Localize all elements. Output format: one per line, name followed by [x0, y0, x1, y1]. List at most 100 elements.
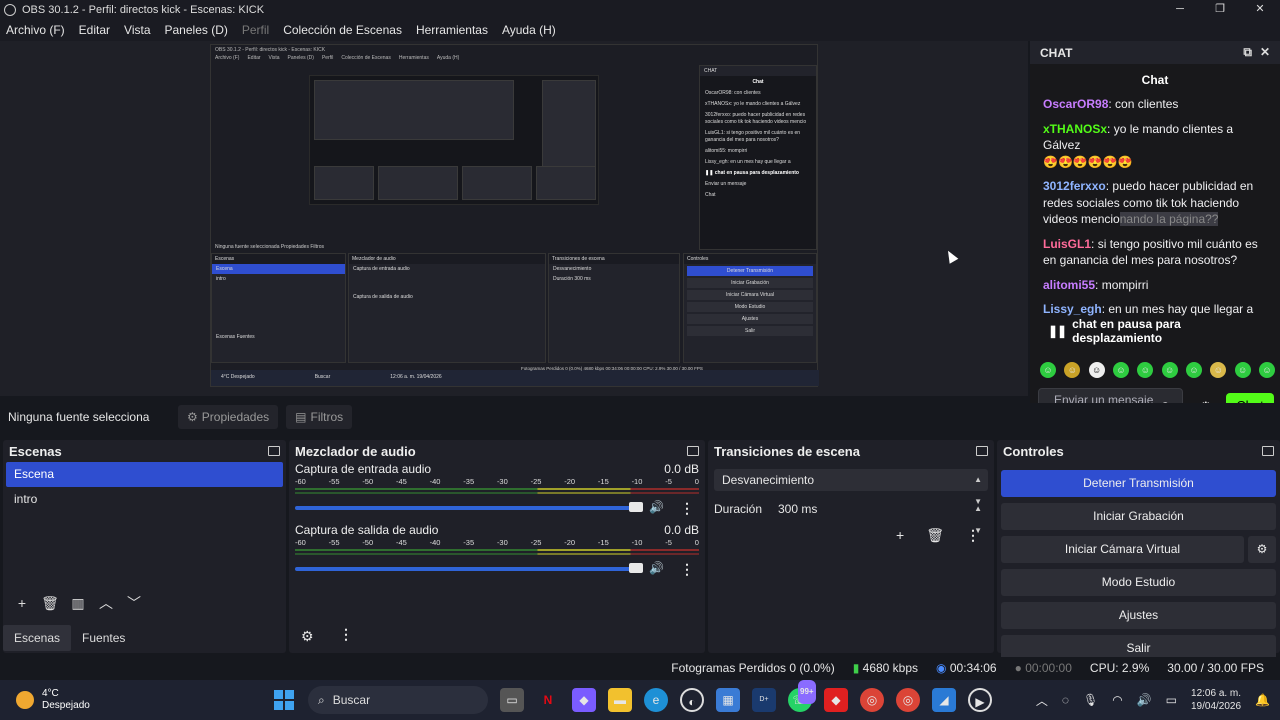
source-toolbar: Ninguna fuente selecciona ⚙ Propiedades ▤… — [0, 403, 1280, 430]
move-up-icon[interactable]: ︿ — [95, 592, 117, 614]
scale-tick: -55 — [328, 477, 340, 486]
emote-icon[interactable]: ☺ — [1185, 362, 1202, 378]
volume-slider[interactable] — [295, 506, 637, 510]
tray-chevron-icon[interactable]: ︿ — [1036, 692, 1048, 709]
float-dock-icon[interactable] — [1262, 446, 1274, 456]
remove-transition-icon[interactable]: 🗑 — [926, 527, 944, 544]
taskbar-search[interactable]: ⌕ Buscar — [308, 686, 488, 714]
virtual-camera-gear-icon[interactable]: ⚙ — [1248, 536, 1276, 563]
tab-fuentes[interactable]: Fuentes — [71, 625, 136, 651]
emote-icon[interactable]: ☺ — [1112, 362, 1129, 378]
add-scene-icon[interactable]: + — [11, 592, 33, 614]
task-view-icon[interactable]: ▭ — [500, 688, 524, 712]
clock-time[interactable]: 12:06 a. m. — [1191, 687, 1241, 700]
transition-select[interactable]: Desvanecimiento ▲ ▼ — [714, 469, 988, 506]
menu-paneles[interactable]: Paneles (D) — [165, 23, 228, 37]
start-recording-button[interactable]: Iniciar Grabación — [1001, 503, 1276, 530]
close-dock-icon[interactable]: ✕ — [1260, 45, 1270, 60]
nested-recursive-preview — [309, 75, 599, 205]
app-blue-icon[interactable]: ◢ — [932, 688, 956, 712]
more-options-icon[interactable]: ⋮ — [680, 561, 694, 578]
emote-icon[interactable]: ☺ — [1088, 362, 1105, 378]
maximize-button[interactable]: ❐ — [1200, 0, 1240, 19]
chat-username[interactable]: xTHANOSx — [1043, 122, 1107, 136]
undock-icon[interactable]: ⧉ — [1243, 45, 1252, 60]
emote-icon[interactable]: ☺ — [1161, 362, 1178, 378]
app-tray-icon[interactable]: ◌ — [1062, 693, 1069, 707]
add-transition-icon[interactable]: + — [896, 527, 904, 544]
app-red-icon[interactable]: ◆ — [824, 688, 848, 712]
chrome-icon[interactable]: ◎ — [860, 688, 884, 712]
scene-item-escena[interactable]: Escena — [6, 462, 283, 487]
notifications-icon[interactable]: 🔔 — [1255, 693, 1270, 707]
nested-fade: Desvanecimiento — [553, 266, 592, 272]
volume-slider[interactable] — [295, 567, 637, 571]
nested-ctrl: Detener Transmisión — [687, 266, 813, 276]
store-icon[interactable]: ▦ — [716, 688, 740, 712]
chat-username[interactable]: LuisGL1 — [1043, 237, 1091, 251]
mixer-menu-icon[interactable]: ⋮ — [339, 626, 353, 643]
clock-date[interactable]: 19/04/2026 — [1191, 700, 1241, 713]
close-button[interactable]: ✕ — [1240, 0, 1280, 19]
menu-editar[interactable]: Editar — [79, 23, 110, 37]
copilot-icon[interactable]: ◆ — [572, 688, 596, 712]
move-down-icon[interactable]: ﹀ — [123, 592, 145, 614]
tab-escenas[interactable]: Escenas — [3, 625, 72, 651]
speaker-icon[interactable]: 🔊 — [649, 500, 664, 514]
minimize-button[interactable]: ─ — [1160, 0, 1200, 19]
stop-streaming-button[interactable]: Detener Transmisión — [1001, 470, 1276, 497]
chat-username[interactable]: alitomi55 — [1043, 278, 1095, 292]
properties-button[interactable]: ⚙ Propiedades — [178, 404, 279, 429]
obs-icon[interactable]: ◐ — [680, 688, 704, 712]
menu-herramientas[interactable]: Herramientas — [416, 23, 488, 37]
chat-username[interactable]: 3012ferxxo — [1043, 179, 1106, 193]
weather-widget[interactable]: 4°C Despejado — [16, 688, 246, 712]
updown-icon[interactable]: ▲ ▼ — [974, 498, 982, 542]
start-virtual-camera-button[interactable]: Iniciar Cámara Virtual — [1001, 536, 1244, 563]
netflix-icon[interactable]: N — [536, 688, 560, 712]
menu-archivo[interactable]: Archivo (F) — [6, 23, 65, 37]
emote-icon[interactable]: ☺ — [1210, 362, 1227, 378]
studio-mode-button[interactable]: Modo Estudio — [1001, 569, 1276, 596]
scene-item-intro[interactable]: intro — [6, 487, 283, 512]
volume-slider-handle[interactable] — [629, 563, 643, 573]
edge-icon[interactable]: e — [644, 688, 668, 712]
menu-ayuda[interactable]: Ayuda (H) — [502, 23, 556, 37]
scale-tick: 0 — [694, 538, 699, 547]
chat-message: xTHANOSx: yo le mando clientes a Gálvez 😍… — [1043, 121, 1234, 169]
chrome-profile-icon[interactable]: ◎ — [896, 688, 920, 712]
menu-vista[interactable]: Vista — [124, 23, 150, 37]
emote-icon[interactable]: ☺ — [1258, 362, 1275, 378]
battery-icon[interactable]: ▭ — [1166, 693, 1177, 707]
advanced-audio-gear-icon[interactable]: ⚙ — [301, 628, 314, 645]
media-player-icon[interactable]: ▶ — [968, 688, 992, 712]
emote-icon[interactable]: ☺ — [1234, 362, 1251, 378]
float-dock-icon[interactable] — [976, 446, 988, 456]
scale-tick: -10 — [631, 477, 643, 486]
windows-start-icon[interactable] — [274, 690, 294, 710]
disney-icon[interactable]: D+ — [752, 688, 776, 712]
emote-icon[interactable]: ☺ — [1040, 362, 1056, 378]
volume-icon[interactable]: 🔊 — [1137, 693, 1152, 707]
speaker-icon[interactable]: 🔊 — [649, 561, 664, 575]
whatsapp-icon[interactable]: ☏99+ — [788, 680, 816, 712]
emote-icon[interactable]: ☺ — [1137, 362, 1154, 378]
microphone-icon[interactable]: 🎙 — [1083, 693, 1098, 707]
filters-button[interactable]: ▤ Filtros — [286, 404, 353, 429]
chat-paused-banner[interactable]: ❚❚ chat en pausa para desplazamiento — [1040, 317, 1272, 345]
file-explorer-icon[interactable]: ▬ — [608, 688, 632, 712]
scene-filters-icon[interactable]: ▥ — [67, 592, 89, 614]
remove-scene-icon[interactable]: 🗑 — [39, 592, 61, 614]
emote-icon[interactable]: ☺ — [1064, 362, 1081, 378]
more-options-icon[interactable]: ⋮ — [680, 500, 694, 517]
float-dock-icon[interactable] — [687, 446, 699, 456]
float-dock-icon[interactable] — [268, 446, 280, 456]
chat-username[interactable]: OscarOR98 — [1043, 97, 1108, 111]
menu-perfil[interactable]: Perfil — [242, 23, 269, 37]
menu-coleccion[interactable]: Colección de Escenas — [283, 23, 402, 37]
volume-slider-handle[interactable] — [629, 502, 643, 512]
settings-button[interactable]: Ajustes — [1001, 602, 1276, 629]
duration-spinbox[interactable]: 300 ms ▲ ▼ — [770, 498, 988, 535]
wifi-icon[interactable]: ◠ — [1112, 693, 1122, 707]
chat-username[interactable]: Lissy_egh — [1043, 302, 1102, 316]
